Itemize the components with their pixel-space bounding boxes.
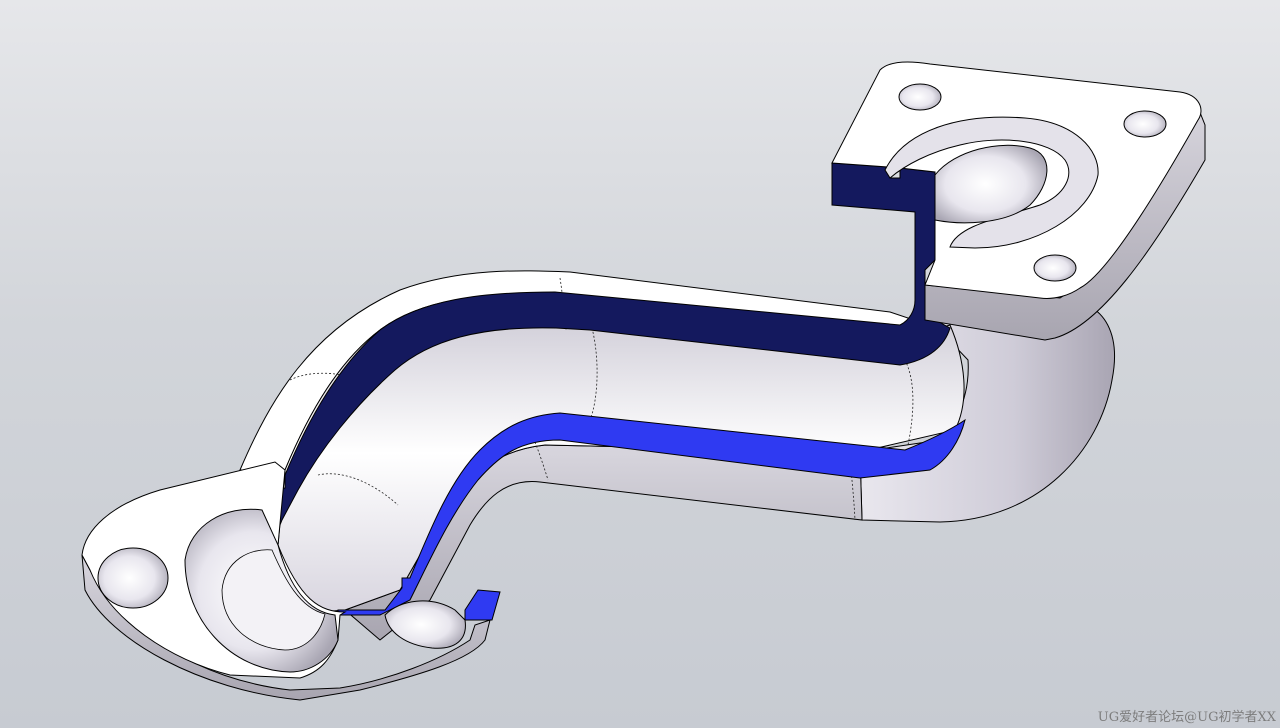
right-flange-bolt-hole-3: [1033, 254, 1077, 282]
watermark-text: UG爱好者论坛@UG初学者XX: [1097, 710, 1276, 725]
cad-model-section-view[interactable]: [0, 0, 1280, 728]
right-flange-bolt-hole-1: [898, 83, 942, 111]
right-flange-bolt-hole-2: [1123, 110, 1167, 138]
left-flange-bolt-hole: [97, 547, 169, 609]
left-flange-lower-bore: [384, 600, 466, 649]
graphics-viewport[interactable]: UG爱好者论坛@UG初学者XX: [0, 0, 1280, 728]
section-face-tab: [464, 589, 501, 621]
